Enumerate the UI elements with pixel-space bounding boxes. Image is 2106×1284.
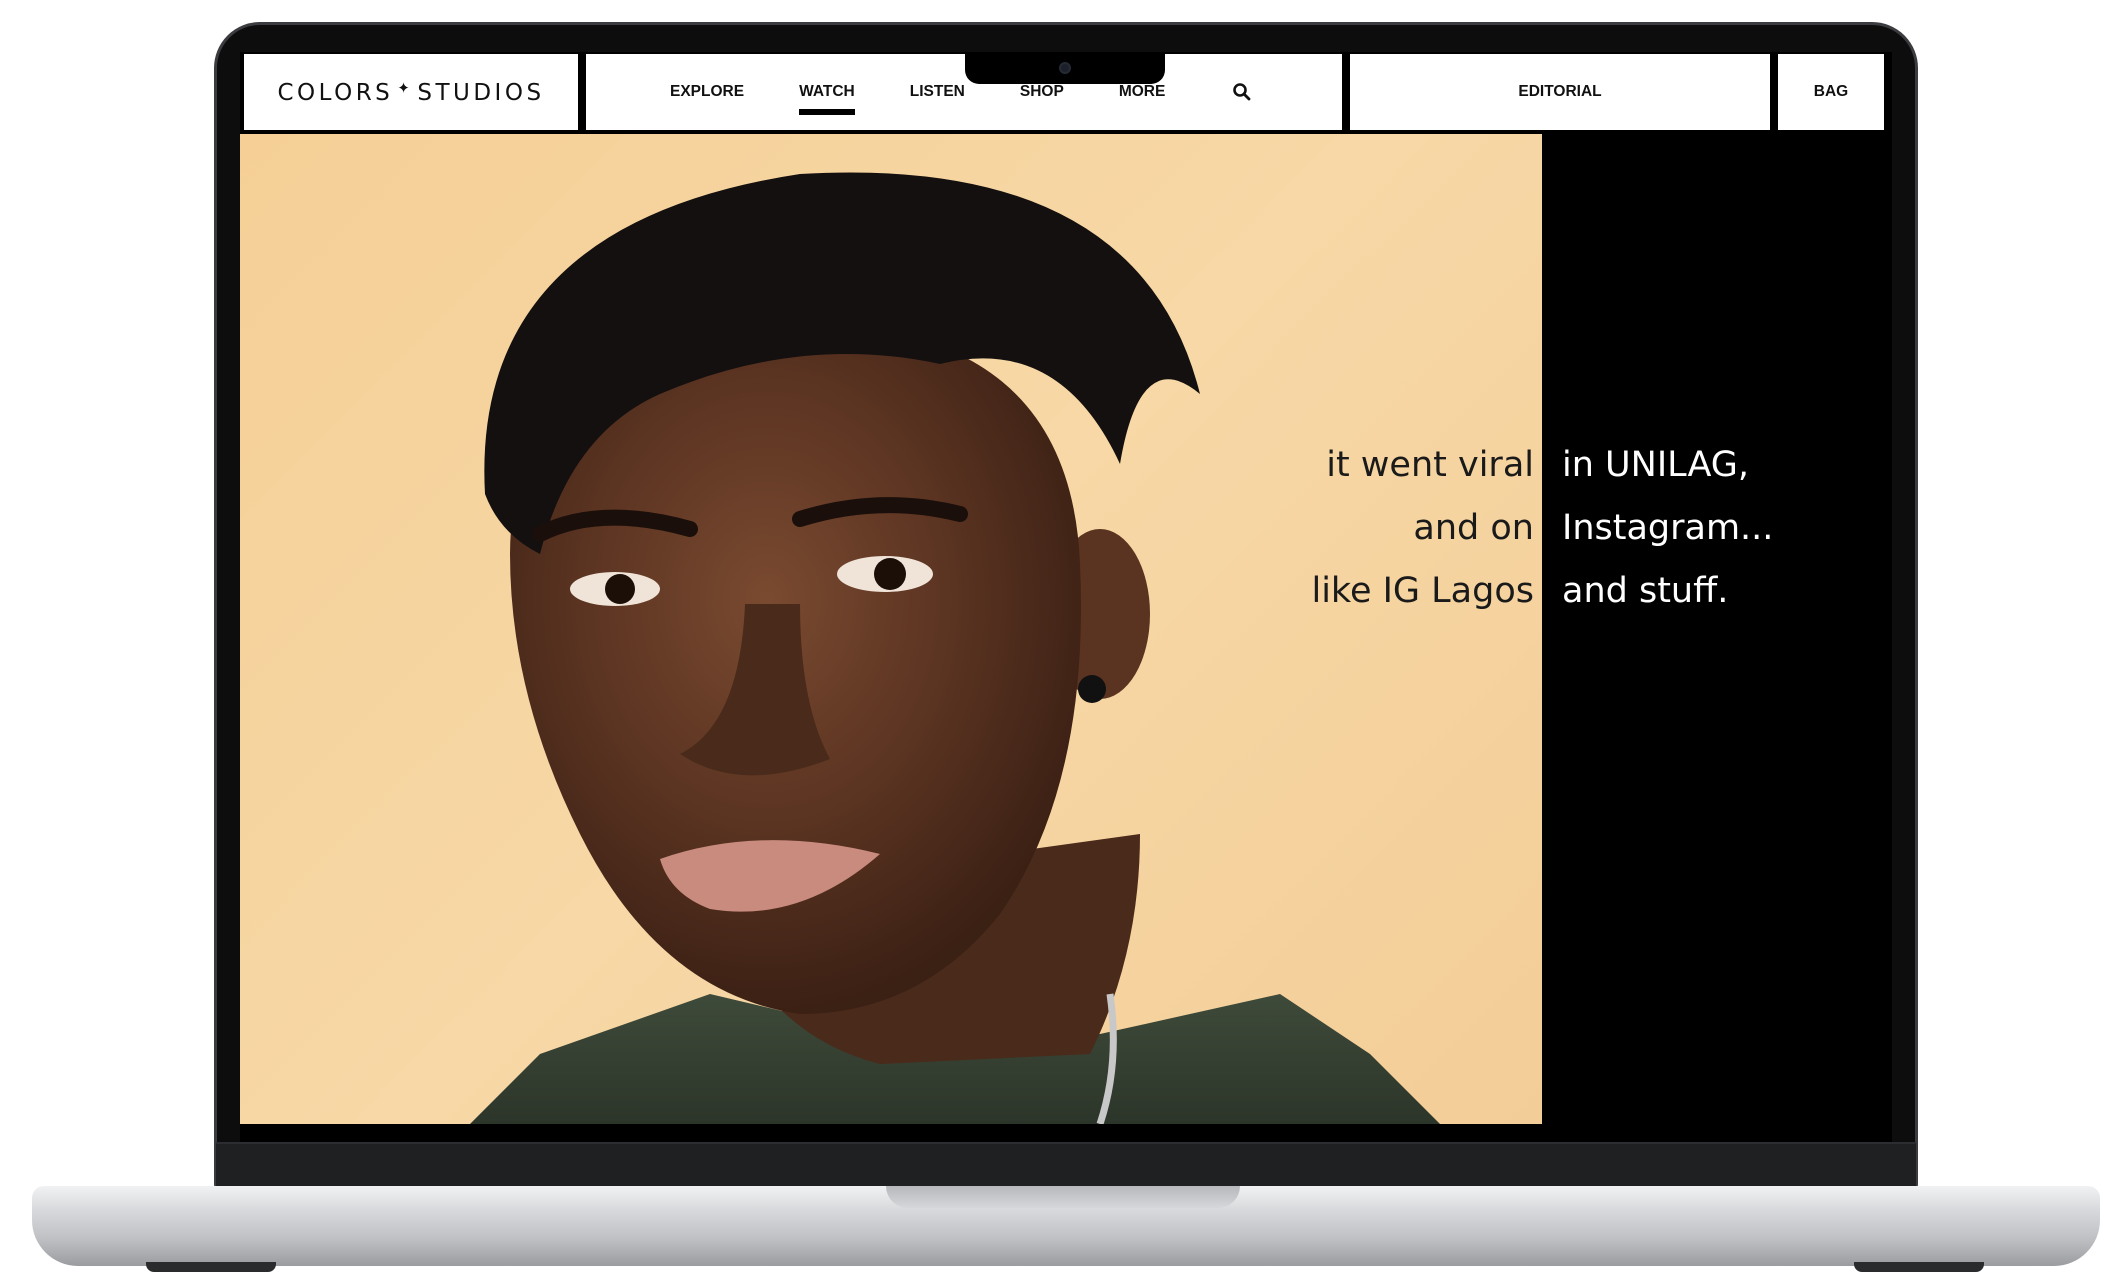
caption-left-line-3: like IG Lagos xyxy=(1311,571,1534,611)
caption-right-line-3: and stuff. xyxy=(1562,571,1729,611)
logo-text-left: COLORS xyxy=(277,79,394,106)
camera-icon xyxy=(1059,62,1071,74)
brand-logo[interactable]: COLORS ✦ STUDIOS xyxy=(277,79,544,106)
main-menu: EXPLORE WATCH LISTEN SHOP MORE xyxy=(586,54,1342,130)
bag-box[interactable]: BAG xyxy=(1778,54,1884,130)
search-icon[interactable] xyxy=(1230,80,1254,104)
camera-notch xyxy=(965,52,1165,84)
laptop-foot-left xyxy=(146,1262,276,1272)
caption-right: in UNILAG, Instagram... and stuff. xyxy=(1562,434,1773,623)
nav-more[interactable]: MORE xyxy=(1119,83,1166,101)
hero-portrait-image: it went viral and on like IG Lagos xyxy=(240,134,1542,1124)
logo-star-icon: ✦ xyxy=(397,78,414,97)
nav-editorial[interactable]: EDITORIAL xyxy=(1518,83,1601,101)
logo-box[interactable]: COLORS ✦ STUDIOS xyxy=(244,54,578,130)
logo-text-right: STUDIOS xyxy=(417,79,545,106)
caption-right-line-1: in UNILAG, xyxy=(1562,445,1750,485)
laptop-thumb-notch xyxy=(886,1186,1240,1208)
caption-left-line-2: and on xyxy=(1413,508,1534,548)
nav-explore[interactable]: EXPLORE xyxy=(670,83,744,101)
portrait-illustration xyxy=(470,172,1440,1124)
nav-watch[interactable]: WATCH xyxy=(799,83,855,115)
caption-left: it went viral and on like IG Lagos xyxy=(1311,434,1534,623)
earring xyxy=(1078,675,1106,703)
laptop-foot-right xyxy=(1854,1262,1984,1272)
laptop-screen: COLORS ✦ STUDIOS EXPLORE WATCH LISTEN SHOP… xyxy=(240,52,1892,1142)
bag-button[interactable]: BAG xyxy=(1814,83,1848,101)
caption-left-line-1: it went viral xyxy=(1326,445,1534,485)
nav-listen[interactable]: LISTEN xyxy=(910,83,965,101)
caption-right-line-2: Instagram... xyxy=(1562,508,1774,548)
laptop-hinge xyxy=(216,1142,1916,1188)
nav-shop[interactable]: SHOP xyxy=(1020,83,1064,101)
editorial-box[interactable]: EDITORIAL xyxy=(1350,54,1770,130)
